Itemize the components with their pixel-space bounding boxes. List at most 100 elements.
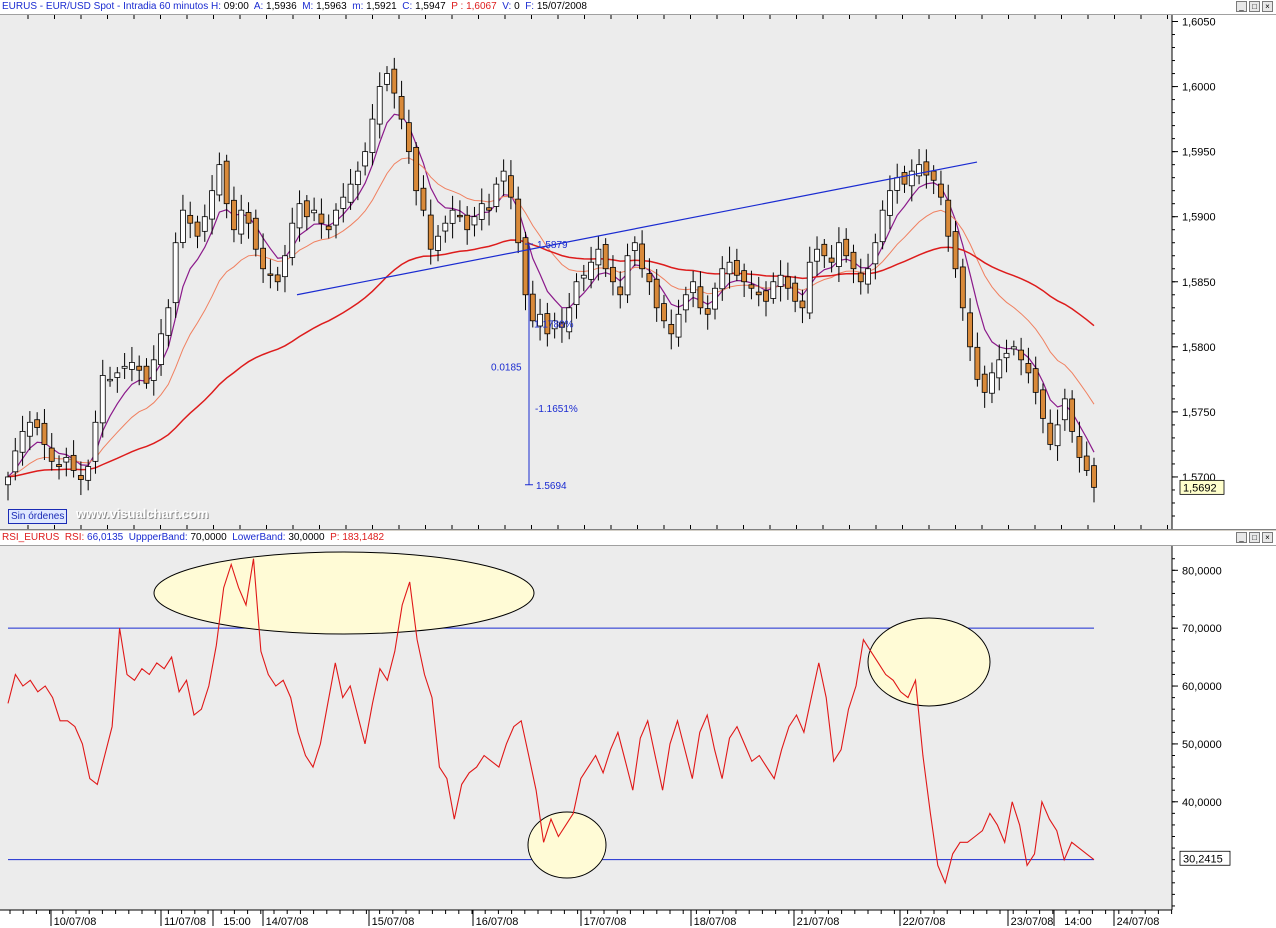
candle-body (282, 255, 288, 278)
rsi-y-tick-label: 50,0000 (1182, 739, 1222, 751)
candle-body (223, 160, 230, 205)
annotation-label: -1.1651% (535, 404, 578, 415)
x-tick-label: 21/07/08 (797, 916, 840, 928)
description-label: - EUR/USD Spot - Intradia 60 minutos (37, 1, 211, 12)
candle-body (427, 214, 434, 250)
candle-body (1061, 398, 1068, 421)
candle-body (617, 286, 624, 296)
candle-body (821, 243, 828, 257)
v-value: 0 (514, 1, 520, 12)
candle-body (872, 242, 879, 265)
candle-body (989, 372, 995, 394)
rsi-label: RSI: (64, 532, 85, 543)
candle-body (180, 209, 186, 243)
candle-body (704, 308, 711, 315)
candle-body (456, 214, 463, 218)
rsi-y-tick-label: 60,0000 (1182, 681, 1222, 693)
annotation-label: 0.0185 (491, 362, 522, 373)
rsi-name: RSI_EURUS (2, 532, 60, 543)
candle-body (835, 242, 842, 267)
candle-body (952, 231, 959, 270)
candle-body (1054, 424, 1061, 447)
candle-body (48, 447, 55, 462)
candle-body (974, 346, 981, 380)
candle-body (639, 243, 646, 270)
current-price-label: 1,5692 (1183, 482, 1217, 494)
candle-body (333, 209, 339, 226)
price-panel[interactable]: EURUS - EUR/USD Spot - Intradia 60 minut… (0, 0, 1276, 530)
rsi-chart[interactable]: 80,0000 70,0000 60,0000 50,0000 40,0000 30,24… (0, 546, 1276, 928)
x-tick-label: 18/07/08 (694, 916, 737, 928)
candle-body (325, 225, 332, 231)
candle-body (376, 86, 383, 125)
candle-body (114, 372, 121, 378)
price-chart[interactable]: 1,6050 1,6000 1,5950 1,5900 1,5850 1,5800 1,57… (0, 15, 1276, 529)
upper-band-value: 70,0000 (190, 532, 227, 543)
h-value: 09:00 (223, 1, 249, 12)
h-label: H: (210, 1, 221, 12)
candle-body (653, 278, 660, 309)
x-tick-label: 23/07/08 (1011, 916, 1054, 928)
symbol-label: EURUS (2, 1, 38, 12)
candle-body (508, 175, 514, 198)
candle-body (726, 261, 733, 275)
candle-body (522, 237, 529, 296)
a-value: 1,5936 (266, 1, 297, 12)
rsi-close-icon[interactable]: × (1262, 532, 1273, 543)
rsi-minimize-icon[interactable]: _ (1236, 532, 1247, 543)
rsi-header: RSI_EURUS RSI: 66,0135 UppperBand: 70,00… (0, 531, 1276, 546)
candle-body (668, 323, 675, 335)
candle-body (267, 273, 274, 276)
candle-body (209, 190, 215, 220)
candle-body (296, 203, 303, 229)
p-value: 1,6067 (466, 1, 497, 12)
candle-body (420, 187, 427, 211)
price-y-tick-label: 1,5850 (1182, 277, 1216, 289)
candle-body (1025, 363, 1032, 374)
candle-body (930, 170, 937, 181)
rsi-panel[interactable]: RSI_EURUS RSI: 66,0135 UppperBand: 70,00… (0, 531, 1276, 928)
candle-body (172, 242, 179, 304)
candle-body (1083, 455, 1090, 471)
candle-body (1047, 422, 1054, 445)
candle-body (610, 266, 616, 283)
candle-body (107, 378, 113, 382)
candle-body (500, 170, 507, 182)
candle-body (748, 284, 755, 289)
candle-body (1040, 389, 1046, 419)
candle-body (231, 199, 237, 231)
candle-body (486, 207, 492, 211)
candle-body (464, 214, 471, 231)
candle-body (187, 214, 194, 224)
sin-ordenes-button[interactable]: Sin órdenes (8, 509, 68, 524)
candle-body (92, 421, 99, 462)
rsi-y-tick-label: 70,0000 (1182, 623, 1222, 635)
price-y-tick-label: 1,6000 (1182, 82, 1216, 94)
candle-body (19, 431, 26, 453)
candle-body (967, 312, 973, 348)
candle-body (529, 293, 536, 322)
candle-body (712, 287, 718, 310)
candle-body (289, 222, 296, 258)
candle-body (814, 248, 820, 262)
candle-body (449, 209, 456, 224)
candle-body (252, 217, 259, 250)
lower-band-value: 30,0000 (288, 532, 325, 543)
x-tick-label: 16/07/08 (476, 916, 519, 928)
c-value: 1,5947 (415, 1, 446, 12)
minimize-icon[interactable]: _ (1236, 1, 1247, 12)
close-icon[interactable]: × (1262, 1, 1273, 12)
rsi-maximize-icon[interactable]: □ (1249, 532, 1260, 543)
candle-body (143, 365, 150, 384)
maximize-icon[interactable]: □ (1249, 1, 1260, 12)
candle-body (887, 190, 893, 216)
m-label: M: (302, 1, 314, 12)
candle-body (697, 286, 704, 309)
candle-body (1069, 398, 1076, 432)
candle-body (260, 247, 267, 270)
candle-body (63, 457, 70, 463)
candle-body (755, 291, 762, 296)
x-tick-label: 14/07/08 (266, 916, 309, 928)
candle-body (274, 274, 281, 283)
x-tick-label: 15/07/08 (372, 916, 415, 928)
